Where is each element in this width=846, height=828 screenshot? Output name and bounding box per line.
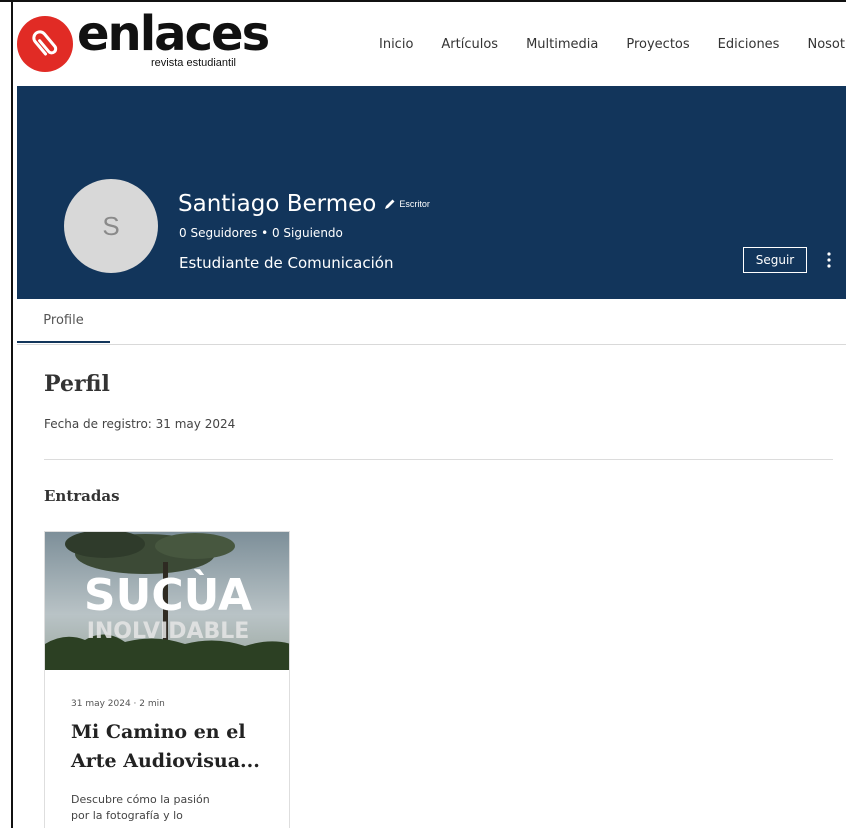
profile-tabs: Profile	[17, 299, 846, 345]
page-title: Perfil	[44, 371, 110, 397]
nav-proyectos[interactable]: Proyectos	[626, 37, 689, 52]
pencil-icon	[385, 199, 395, 209]
nav-ediciones[interactable]: Ediciones	[718, 37, 780, 52]
followers-count[interactable]: 0 Seguidores • 0 Siguiendo	[179, 226, 343, 240]
registration-date: Fecha de registro: 31 may 2024	[44, 417, 236, 431]
site-header: enlaces revista estudiantil Inicio Artíc…	[13, 2, 846, 86]
divider	[44, 459, 833, 460]
post-excerpt: Descubre cómo la pasión por la fotografí…	[71, 793, 210, 822]
follow-button[interactable]: Seguir	[743, 247, 807, 273]
post-card[interactable]: SUCÙA INOLVIDABLE 31 may 2024 · 2 min Mi…	[44, 531, 290, 828]
logo-subtitle: revista estudiantil	[151, 57, 236, 69]
main-nav: Inicio Artículos Multimedia Proyectos Ed…	[379, 37, 846, 52]
nav-inicio[interactable]: Inicio	[379, 37, 413, 52]
cover-title-line2: INOLVIDABLE	[87, 619, 250, 644]
profile-name: Santiago Bermeo	[178, 191, 377, 217]
nav-articulos[interactable]: Artículos	[441, 37, 498, 52]
nav-multimedia[interactable]: Multimedia	[526, 37, 598, 52]
nav-nosotros[interactable]: Nosotros	[807, 37, 846, 52]
role-badge: Escritor	[399, 199, 430, 209]
posts-heading: Entradas	[44, 487, 120, 505]
profile-bio: Estudiante de Comunicación	[179, 254, 394, 272]
window-frame-left	[11, 0, 13, 828]
post-meta: 31 may 2024 · 2 min	[71, 699, 165, 709]
profile-banner: S Santiago Bermeo Escritor 0 Seguidores …	[17, 86, 846, 299]
name-row: Santiago Bermeo Escritor	[178, 191, 430, 217]
avatar[interactable]: S	[64, 179, 158, 273]
post-title[interactable]: Mi Camino en el Arte Audiovisua...	[71, 718, 276, 776]
logo-wordmark[interactable]: enlaces	[77, 10, 270, 58]
more-options-icon[interactable]	[825, 250, 833, 270]
paperclip-icon	[32, 30, 58, 56]
logo-paperclip-icon[interactable]	[17, 16, 73, 72]
tab-profile[interactable]: Profile	[17, 299, 110, 343]
post-cover-image[interactable]: SUCÙA INOLVIDABLE	[45, 532, 290, 670]
cover-title-line1: SUCÙA	[84, 568, 252, 621]
